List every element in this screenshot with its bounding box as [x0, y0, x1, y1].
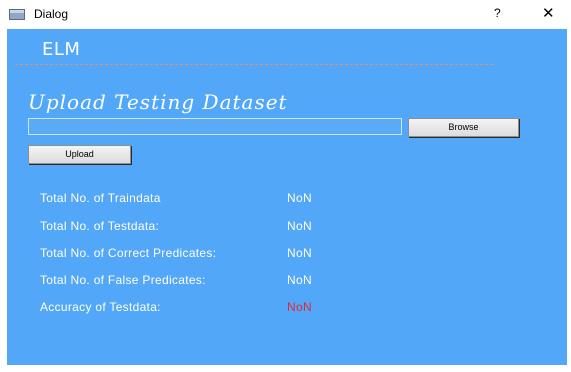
- dialog-content: ELM Upload Testing Dataset Browse Upload…: [7, 29, 567, 365]
- dialog-window: Dialog ? ✕ ELM Upload Testing Dataset Br…: [0, 0, 571, 372]
- stat-value-accuracy: NoN: [287, 300, 312, 314]
- stat-label: Total No. of Correct Predicates:: [40, 246, 217, 260]
- stat-row-traindata: Total No. of Traindata NoN: [40, 191, 360, 209]
- stat-value: NoN: [287, 191, 312, 205]
- help-button[interactable]: ?: [494, 6, 501, 20]
- title-divider: [15, 64, 493, 65]
- stat-row-testdata: Total No. of Testdata: NoN: [40, 219, 360, 237]
- stat-label: Total No. of Testdata:: [40, 219, 160, 233]
- upload-button[interactable]: Upload: [28, 145, 131, 164]
- title-bar[interactable]: Dialog ? ✕: [0, 0, 571, 28]
- stat-row-accuracy: Accuracy of Testdata: NoN: [40, 300, 360, 318]
- stat-label: Total No. of False Predicates:: [40, 273, 206, 287]
- stat-label: Total No. of Traindata: [40, 191, 161, 205]
- window-app-icon: [9, 9, 25, 20]
- window-title: Dialog: [34, 7, 69, 21]
- stat-row-correct-predicates: Total No. of Correct Predicates: NoN: [40, 246, 360, 264]
- file-path-input[interactable]: [28, 118, 402, 135]
- stat-value: NoN: [287, 219, 312, 233]
- stat-value: NoN: [287, 273, 312, 287]
- browse-button[interactable]: Browse: [408, 118, 519, 137]
- stat-label: Accuracy of Testdata:: [40, 300, 161, 314]
- stat-row-false-predicates: Total No. of False Predicates: NoN: [40, 273, 360, 291]
- app-title: ELM: [42, 39, 81, 60]
- section-title: Upload Testing Dataset: [28, 90, 288, 114]
- stat-value: NoN: [287, 246, 312, 260]
- close-icon[interactable]: ✕: [542, 4, 555, 22]
